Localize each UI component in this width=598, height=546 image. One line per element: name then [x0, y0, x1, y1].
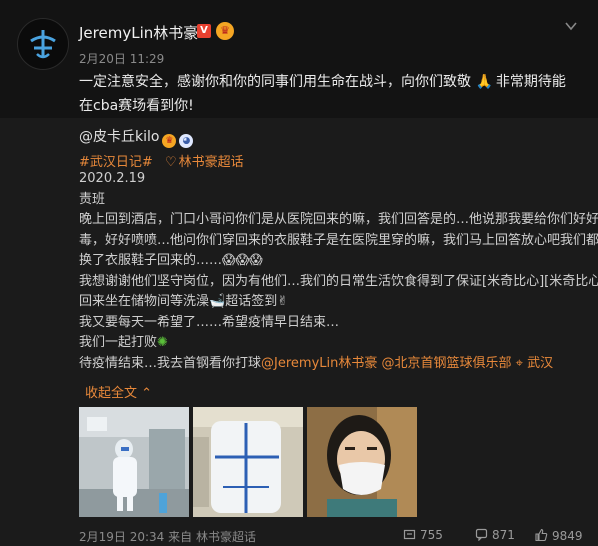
bunny-badge-icon: ◕ [179, 134, 194, 148]
location-pin-icon: ⌖ [515, 355, 523, 371]
repost-icon [403, 529, 416, 540]
salute-hand-icon: 🙏 [475, 74, 493, 90]
crown-badge-icon: ♛ [216, 22, 234, 40]
repost-line-text: 换了衣服鞋子回来的…… [79, 253, 223, 268]
chevron-down-icon[interactable] [564, 18, 578, 32]
collapse-link[interactable]: 收起全文 ⌃ [85, 382, 152, 401]
photo-masked-selfie[interactable] [307, 407, 417, 517]
repost-user-name[interactable]: @皮卡丘kilo [79, 129, 159, 145]
repost-line: 我又要每天一希望了……希望疫情早日结束… [79, 314, 340, 330]
comment-icon [475, 528, 488, 542]
repost-line: 换了衣服鞋子回来的……😱😱😱 [79, 251, 584, 272]
virus-icon: ✺ [157, 335, 168, 350]
repost-source[interactable]: 来自 林书豪超话 [168, 530, 256, 544]
comment-count-button[interactable]: 871 [475, 528, 515, 542]
location-link[interactable]: ⌖ 武汉 [516, 356, 553, 371]
post-text-line1-tail: 非常期待能 [495, 74, 566, 90]
post-text-line1: 一定注意安全，感谢你和你的同事们用生命在战斗，向你们致敬 [79, 74, 471, 90]
avatar[interactable] [17, 18, 69, 70]
like-count-button[interactable]: 9849 [534, 528, 583, 543]
weibo-logo-icon [30, 30, 56, 59]
supertopic-label: 林书豪超话 [178, 155, 244, 170]
repost-line: 待疫情结束…我去首钢看你打球@JeremyLin林书豪 @北京首钢篮球俱乐部 ⌖… [79, 354, 584, 375]
repost-meta: 2月19日 20:34 来自 林书豪超话 [79, 528, 256, 545]
chevron-up-icon: ⌃ [141, 386, 153, 401]
verified-badge: V [197, 24, 211, 38]
repost-line: 晚上回到酒店，门口小哥问你们是从医院回来的嘛，我们回答是的…他说那我要给你们好好… [79, 212, 598, 227]
repost-count: 755 [420, 528, 443, 542]
author-name[interactable]: JeremyLin林书豪 [79, 22, 198, 43]
repost-line-text: 待疫情结束…我去首钢看你打球 [79, 355, 262, 371]
collapse-label: 收起全文 [85, 386, 138, 401]
repost-body: 2020.2.19 责班 晚上回到酒店，门口小哥问你们是从医院回来的嘛，我们回答… [79, 169, 598, 375]
repost-user[interactable]: @皮卡丘kilo ♛ ◕ [79, 126, 194, 148]
crown-badge-icon: ♛ [162, 134, 177, 148]
post-text: 一定注意安全，感谢你和你的同事们用生命在战斗，向你们致敬 🙏 非常期待能 在cb… [79, 70, 579, 118]
repost-time[interactable]: 2月19日 20:34 [79, 530, 164, 544]
supertopic-icon: ♡ [164, 155, 177, 170]
topic-tags: #武汉日记# ♡ 林书豪超话 [79, 151, 252, 170]
post-text-line2: 在cba赛场看到你! [79, 98, 194, 114]
photo-hospital-corridor[interactable] [79, 407, 189, 517]
like-count: 9849 [552, 529, 583, 543]
repost-line: 责班 [79, 191, 106, 207]
repost-line: 毒，好好喷喷…他问你们穿回来的衣服鞋子是在医院里穿的嘛，我们马上回答放心吧我们都… [79, 232, 598, 248]
post-time[interactable]: 2月20日 11:29 [79, 50, 164, 67]
photo-protective-suit[interactable] [193, 407, 303, 517]
repost-line-text: 超话签到 [225, 294, 278, 309]
repost-line: 回来坐在储物间等洗澡🛁超话签到✌ [79, 292, 584, 313]
like-icon [535, 528, 548, 542]
bathtub-icon: 🛁 [209, 294, 226, 309]
location-label: 武汉 [527, 355, 554, 371]
repost-line-text: 回来坐在储物间等洗澡 [79, 294, 210, 309]
weibo-post: JeremyLin林书豪 V ♛ 2月20日 11:29 一定注意安全，感谢你和… [0, 0, 598, 546]
mention-beijing-club[interactable]: @北京首钢篮球俱乐部 [382, 356, 512, 371]
shocked-face-icon: 😱😱😱 [222, 253, 263, 268]
post-header: JeremyLin林书豪 V ♛ 2月20日 11:29 一定注意安全，感谢你和… [0, 0, 598, 118]
victory-hand-icon: ✌ [277, 294, 289, 309]
topic-supertopic[interactable]: ♡ 林书豪超话 [165, 155, 244, 170]
topic-wuhan-diary[interactable]: #武汉日记# [79, 155, 153, 170]
reposted-content: @皮卡丘kilo ♛ ◕ #武汉日记# ♡ 林书豪超话 2020.2.19 责班 晚上… [0, 118, 598, 546]
repost-date: 2020.2.19 [79, 171, 146, 186]
mention-jeremylin[interactable]: @JeremyLin林书豪 [261, 356, 377, 371]
repost-line: 我们一起打败✺ [79, 333, 584, 354]
repost-count-button[interactable]: 755 [403, 528, 443, 542]
repost-line-text: 我们一起打败 [79, 335, 158, 350]
comment-count: 871 [492, 528, 515, 542]
repost-line: 我想谢谢他们坚守岗位，因为有他们…我们的日常生活饮食得到了保证[米奇比心][米奇… [79, 273, 598, 289]
